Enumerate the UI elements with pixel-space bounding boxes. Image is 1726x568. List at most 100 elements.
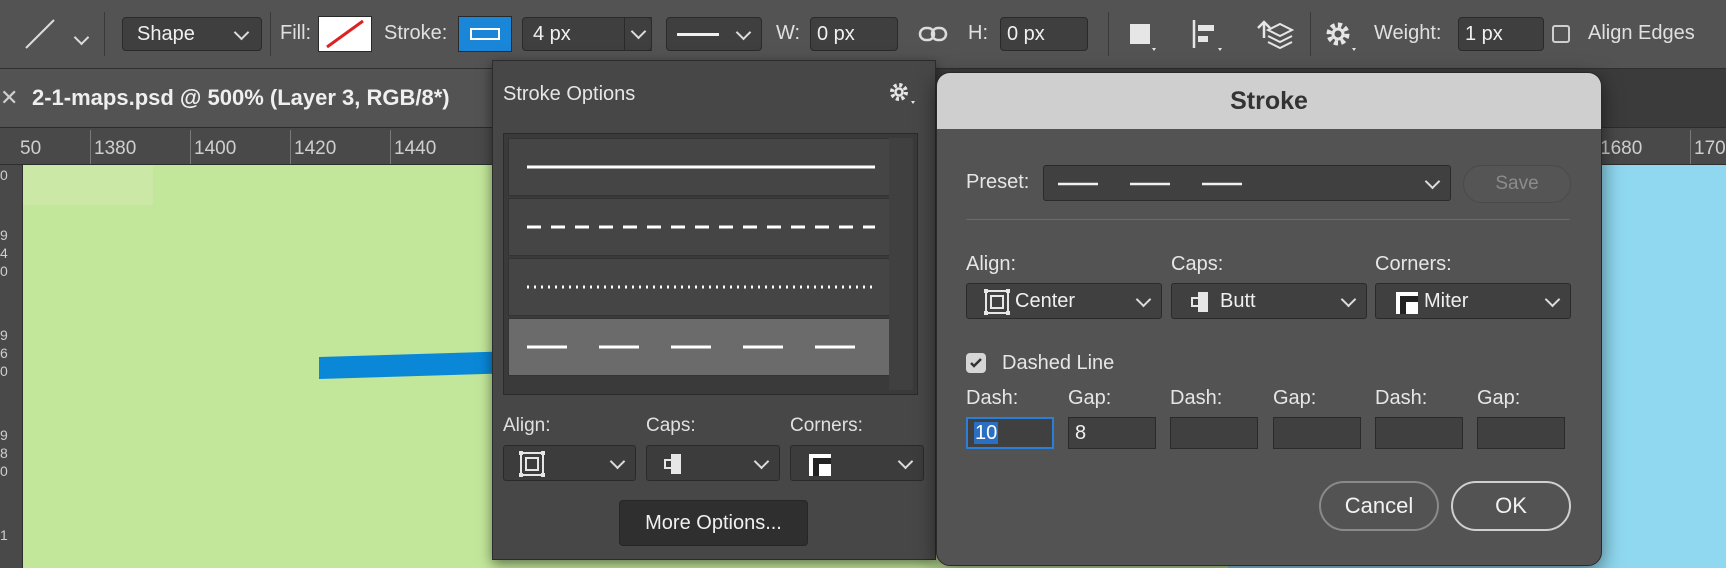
link-icon[interactable] — [918, 22, 948, 52]
options-bar: Shape Fill: Stroke: 4 px W: 0 px H: 0 px — [0, 0, 1726, 69]
path-arrangement-icon[interactable] — [1254, 14, 1295, 60]
gear-icon[interactable] — [887, 79, 919, 112]
stroke-width-dropdown[interactable] — [624, 17, 652, 51]
vruler-tick: 9 — [0, 327, 8, 343]
tool-mode-dropdown[interactable]: Shape — [122, 17, 262, 51]
corners-label: Corners: — [1375, 253, 1452, 275]
gap-1-value: 8 — [1075, 422, 1087, 444]
align-edges-label: Align Edges — [1588, 22, 1695, 44]
dashed-preset-preview-icon — [1058, 182, 1258, 186]
align-dropdown[interactable] — [503, 445, 636, 481]
ruler-tick: 1440 — [394, 138, 437, 159]
vruler-tick: 8 — [0, 445, 8, 461]
stroke-preset-long-dash[interactable] — [508, 318, 893, 376]
height-input[interactable]: 0 px — [1000, 17, 1088, 51]
close-icon[interactable]: ✕ — [0, 85, 18, 111]
corners-dropdown[interactable] — [790, 445, 924, 481]
chevron-down-icon — [1544, 291, 1561, 308]
stroke-options-title: Stroke Options — [503, 83, 636, 105]
gap-1-input[interactable]: 8 — [1068, 417, 1156, 449]
tool-preset-chevron-icon[interactable] — [73, 26, 90, 49]
canvas-shape-light — [23, 165, 153, 205]
miter-corner-icon — [1396, 292, 1418, 314]
align-edges-checkbox[interactable] — [1552, 25, 1570, 43]
more-options-button[interactable]: More Options... — [619, 500, 808, 546]
ok-button[interactable]: OK — [1451, 481, 1571, 531]
chevron-down-icon — [735, 24, 752, 41]
height-value: 0 px — [1007, 22, 1045, 45]
dash-3-input[interactable] — [1375, 417, 1463, 449]
chevron-down-icon — [1135, 291, 1152, 308]
stroke-preset-dashed[interactable] — [508, 198, 893, 256]
dash-label: Dash: — [1375, 387, 1428, 409]
chevron-down-icon — [1340, 291, 1357, 308]
stroke-preset-scrollbar[interactable] — [889, 138, 913, 390]
gear-icon[interactable] — [1322, 16, 1362, 60]
ruler-tick: 1680 — [1600, 138, 1643, 159]
vruler-tick: 9 — [0, 227, 8, 243]
save-preset-button[interactable]: Save — [1463, 165, 1571, 203]
stroke-label: Stroke: — [384, 22, 448, 44]
align-label: Align: — [503, 415, 551, 436]
chevron-down-icon — [609, 453, 626, 470]
gap-label: Gap: — [1273, 387, 1317, 409]
align-dropdown[interactable]: Center — [966, 283, 1162, 319]
path-operations-icon[interactable] — [1126, 18, 1160, 60]
chevron-down-icon — [897, 453, 914, 470]
path-alignment-icon[interactable] — [1190, 16, 1226, 60]
vruler-tick: 6 — [0, 345, 8, 361]
stroke-preset-list — [503, 133, 918, 395]
weight-input[interactable]: 1 px — [1458, 17, 1544, 51]
stroke-preset-dotted[interactable] — [508, 258, 893, 316]
vruler-tick: 0 — [0, 167, 8, 183]
stroke-width-value: 4 px — [533, 22, 571, 45]
ruler-tick: 1400 — [194, 138, 237, 159]
save-label: Save — [1495, 173, 1539, 194]
caps-value: Butt — [1220, 290, 1256, 312]
vruler-tick: 0 — [0, 363, 8, 379]
no-fill-icon — [326, 19, 364, 49]
width-input[interactable]: 0 px — [810, 17, 898, 51]
vruler-tick: 4 — [0, 245, 8, 261]
dash-2-input[interactable] — [1170, 417, 1258, 449]
divider — [966, 219, 1570, 220]
blue-stroke-path — [319, 351, 519, 379]
cancel-button[interactable]: Cancel — [1319, 481, 1439, 531]
dash-1-input[interactable]: 10 — [966, 417, 1054, 449]
dash-1-value: 10 — [974, 422, 999, 444]
gap-3-input[interactable] — [1477, 417, 1565, 449]
document-tab[interactable]: ✕ 2-1-maps.psd @ 500% (Layer 3, RGB/8*) — [0, 69, 500, 127]
miter-corner-icon — [809, 454, 831, 476]
butt-cap-icon — [1191, 292, 1208, 312]
fill-swatch[interactable] — [318, 16, 372, 52]
vruler-tick: 9 — [0, 427, 8, 443]
align-label: Align: — [966, 253, 1017, 275]
corners-dropdown[interactable]: Miter — [1375, 283, 1571, 319]
dashed-line-checkbox[interactable] — [966, 353, 986, 373]
ruler-tick: 1420 — [294, 138, 337, 159]
ruler-tick: 50 — [20, 138, 42, 159]
align-center-icon — [984, 289, 1010, 315]
stroke-options-panel: Stroke Options Align: Caps: Corners: Mor… — [492, 60, 936, 560]
preset-dropdown[interactable] — [1043, 165, 1451, 201]
gap-2-input[interactable] — [1273, 417, 1361, 449]
weight-label: Weight: — [1374, 22, 1442, 44]
caps-dropdown[interactable]: Butt — [1171, 283, 1367, 319]
line-tool-icon[interactable] — [18, 14, 78, 54]
caps-label: Caps: — [1171, 253, 1224, 275]
corners-label: Corners: — [790, 415, 863, 436]
width-value: 0 px — [817, 22, 855, 45]
chevron-down-icon — [1424, 173, 1441, 190]
corners-value: Miter — [1424, 290, 1469, 312]
document-title: 2-1-maps.psd @ 500% (Layer 3, RGB/8*) — [32, 85, 450, 110]
dash-label: Dash: — [1170, 387, 1223, 409]
dashed-line-label: Dashed Line — [1002, 352, 1115, 374]
gap-label: Gap: — [1477, 387, 1521, 409]
stroke-type-dropdown[interactable] — [666, 17, 762, 51]
stroke-indicator-icon — [470, 28, 500, 40]
caps-dropdown[interactable] — [646, 445, 780, 481]
stroke-preset-solid[interactable] — [508, 138, 893, 196]
checkmark-icon — [970, 358, 982, 368]
vertical-ruler: 0 9 4 0 9 6 0 9 8 0 1 — [0, 165, 23, 568]
stroke-swatch[interactable] — [458, 16, 512, 52]
